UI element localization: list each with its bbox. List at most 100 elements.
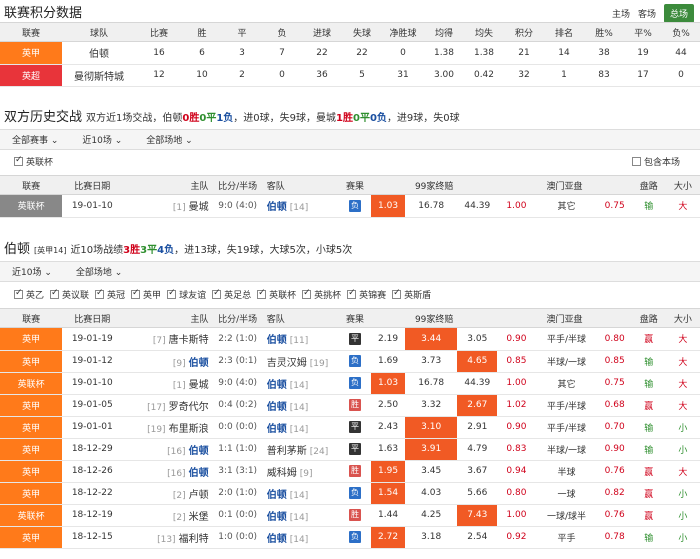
league-filter-check[interactable]: 球友谊 (167, 288, 206, 301)
home-team[interactable]: [2] 卢顿 (122, 482, 209, 505)
league-badge[interactable]: 英甲 (0, 328, 63, 351)
home-team[interactable]: [17] 罗奇代尔 (122, 394, 209, 417)
result-badge: 负 (348, 355, 361, 367)
away-team[interactable]: 威科姆 [9] (266, 460, 339, 483)
score[interactable]: 0:0 (0:0) (208, 416, 267, 439)
filter-competition[interactable]: 全部赛事 ⌄ (0, 133, 70, 146)
standings-cell: 17 (624, 64, 662, 87)
away-team[interactable]: 伯顿 [14] (266, 372, 339, 395)
home-team[interactable]: [9] 伯顿 (122, 350, 209, 373)
standings-cell: 32 (504, 64, 544, 87)
home-team[interactable]: [1] 曼城 (122, 372, 209, 395)
home-team[interactable]: [16] 伯顿 (122, 460, 209, 483)
away-team[interactable]: 伯顿 [14] (266, 526, 339, 549)
filter-venue[interactable]: 全部场地 ⌄ (134, 133, 204, 146)
home-team[interactable]: [1] 曼城 (122, 195, 209, 218)
checkbox-icon[interactable] (347, 288, 357, 299)
league-badge[interactable]: 英联杯 (0, 504, 63, 527)
standings-col-header: 比赛 (136, 22, 182, 42)
away-team[interactable]: 伯顿 [14] (266, 394, 339, 417)
league-badge[interactable]: 英联杯 (0, 195, 63, 218)
league-badge[interactable]: 英甲 (0, 350, 63, 373)
away-team[interactable]: 伯顿 [14] (266, 504, 339, 527)
filter-count[interactable]: 近10场 ⌄ (70, 133, 134, 146)
asian-away-odds: 0.75 (597, 195, 632, 218)
league-badge[interactable]: 英甲 (0, 42, 62, 65)
league-badge[interactable]: 英超 (0, 64, 62, 87)
include-this-match[interactable]: 包含本场 (631, 155, 686, 168)
col-league: 联赛 (0, 175, 63, 195)
home-team[interactable]: [13] 福利特 (122, 526, 209, 549)
score[interactable]: 0:4 (0:2) (208, 394, 267, 417)
tab-home[interactable]: 主场 (612, 7, 630, 20)
checkbox-icon[interactable] (392, 288, 402, 299)
checkbox-icon[interactable] (257, 288, 267, 299)
col-asian[interactable]: 澳门亚盘 (497, 175, 632, 195)
league-filter-label: 英乙 (26, 291, 45, 301)
checkbox-icon[interactable] (14, 155, 23, 166)
score[interactable]: 2:0 (1:0) (208, 482, 267, 505)
col-odds[interactable]: 99家终赔 (370, 175, 498, 195)
checkbox-icon[interactable] (14, 288, 23, 299)
away-name: 伯顿 (266, 379, 287, 391)
checkbox-icon[interactable] (131, 288, 141, 299)
league-filter-check[interactable]: 英挑杯 (302, 288, 341, 301)
league-filter-check[interactable]: 英冠 (95, 288, 125, 301)
tab-total[interactable]: 总场 (663, 4, 694, 23)
league-filter-check[interactable]: 英乙 (14, 288, 44, 301)
h2h-league-check[interactable]: 英联杯 (14, 155, 59, 168)
col-odds[interactable]: 99家终赔 (370, 308, 498, 328)
away-name: 威科姆 (266, 467, 297, 479)
checkbox-icon[interactable] (302, 288, 312, 299)
score[interactable]: 3:1 (3:1) (208, 460, 267, 483)
size-result: 小 (665, 526, 700, 549)
standings-cell: 2 (222, 64, 262, 87)
score[interactable]: 2:2 (1:0) (208, 328, 267, 351)
team-name[interactable]: 伯顿 (62, 42, 136, 65)
league-filter-check[interactable]: 英足总 (212, 288, 251, 301)
league-badge[interactable]: 英甲 (0, 438, 63, 461)
score[interactable]: 0:1 (0:0) (208, 504, 267, 527)
league-badge[interactable]: 英甲 (0, 526, 63, 549)
away-team[interactable]: 伯顿 [14] (266, 416, 339, 439)
filter-recent-count[interactable]: 近10场 ⌄ (0, 265, 64, 278)
filter-recent-venue[interactable]: 全部场地 ⌄ (64, 265, 134, 278)
col-asian[interactable]: 澳门亚盘 (497, 308, 632, 328)
standings-cell: 0 (382, 42, 424, 65)
league-filter-check[interactable]: 英斯盾 (392, 288, 431, 301)
league-filter-check[interactable]: 英锦赛 (347, 288, 386, 301)
checkbox-icon[interactable] (50, 288, 60, 299)
score[interactable]: 1:1 (1:0) (208, 438, 267, 461)
h2h-title: 双方历史交战 (4, 110, 83, 125)
standings-title: 联赛积分数据 (4, 6, 83, 21)
league-badge[interactable]: 英甲 (0, 482, 63, 505)
team-name[interactable]: 曼彻斯特城 (62, 64, 136, 87)
score[interactable]: 9:0 (4:0) (208, 372, 267, 395)
score[interactable]: 1:0 (0:0) (208, 526, 267, 549)
league-filter-check[interactable]: 英议联 (50, 288, 89, 301)
league-badge[interactable]: 英甲 (0, 416, 63, 439)
tab-away[interactable]: 客场 (638, 7, 656, 20)
home-team[interactable]: [7] 唐卡斯特 (122, 328, 209, 351)
away-team[interactable]: 伯顿 [11] (266, 328, 339, 351)
league-filter-check[interactable]: 英甲 (131, 288, 161, 301)
away-team[interactable]: 普利茅斯 [24] (266, 438, 339, 461)
checkbox-icon[interactable] (212, 288, 222, 299)
away-team[interactable]: 伯顿 [14] (266, 482, 339, 505)
league-badge[interactable]: 英联杯 (0, 372, 63, 395)
checkbox-icon[interactable] (95, 288, 105, 299)
league-badge[interactable]: 英甲 (0, 460, 63, 483)
score[interactable]: 2:3 (0:1) (208, 350, 267, 373)
match-date: 19-01-01 (62, 416, 123, 439)
checkbox-icon[interactable] (167, 288, 177, 299)
league-filter-check[interactable]: 英联杯 (257, 288, 296, 301)
checkbox-icon[interactable] (631, 157, 641, 166)
home-team[interactable]: [2] 米堡 (122, 504, 209, 527)
league-badge[interactable]: 英甲 (0, 394, 63, 417)
home-team[interactable]: [19] 布里斯浪 (122, 416, 209, 439)
col-cond: 赛果 (338, 308, 371, 328)
away-team[interactable]: 吉灵汉姆 [19] (266, 350, 339, 373)
away-team[interactable]: 伯顿 [14] (266, 195, 339, 218)
score[interactable]: 9:0 (4:0) (208, 195, 267, 218)
home-team[interactable]: [16] 伯顿 (122, 438, 209, 461)
